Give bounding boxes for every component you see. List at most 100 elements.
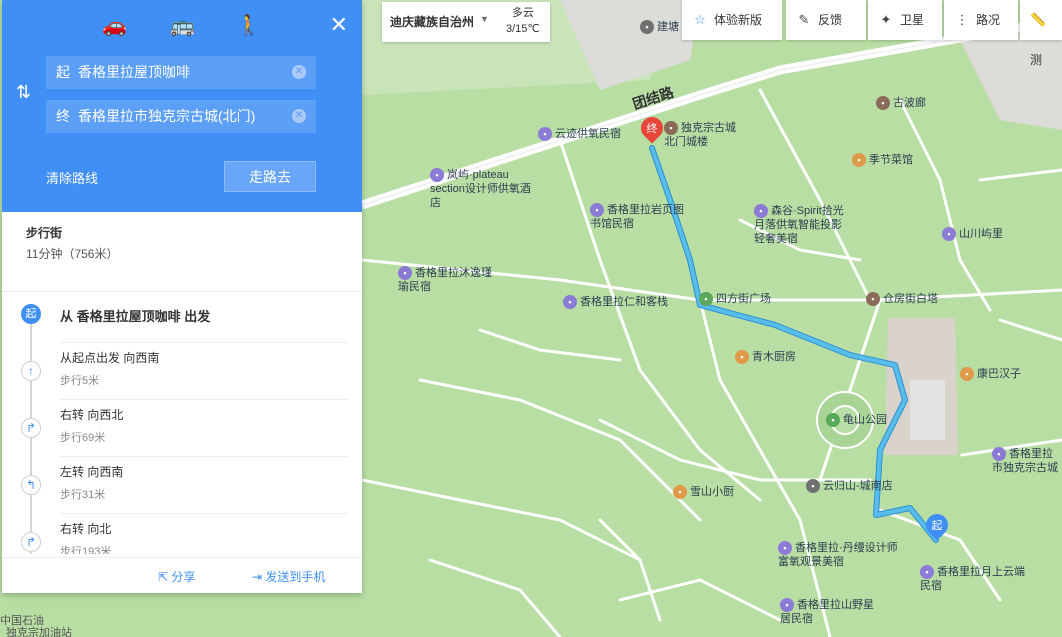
poi-lanyu-hotel[interactable]: ▪ 岚屿·plateau section设计师供氧酒店: [430, 168, 538, 210]
poi-dukezong-north-gate[interactable]: ▪ 独克宗古城北门城楼: [664, 121, 744, 149]
poi-yanye-library[interactable]: ▪ 香格里拉岩页图书馆民宿: [590, 203, 686, 231]
share-icon: ⇱: [158, 570, 172, 584]
hotel-icon: ▪: [942, 227, 956, 242]
poi-xueshan-kitchen[interactable]: ▪ 雪山小厨: [673, 485, 734, 500]
start-marker[interactable]: 起: [921, 509, 953, 544]
turn-right-icon: ↱: [21, 532, 41, 552]
restaurant-icon: ▪: [960, 367, 974, 382]
step-title: 从起点出发 向西南: [60, 351, 160, 365]
step-distance: 步行31米: [60, 489, 106, 501]
end-marker[interactable]: 终: [636, 112, 668, 147]
clear-end-icon[interactable]: ✕: [292, 109, 306, 123]
feedback-button[interactable]: ✎ 反馈: [786, 0, 866, 40]
hotel-icon: ▪: [992, 447, 1006, 462]
turn-left-icon: ↰: [21, 475, 41, 495]
restaurant-icon: ▪: [852, 153, 866, 168]
step-title: 从 香格里拉屋顶咖啡 出发: [60, 309, 211, 324]
hotel-icon: ▪: [590, 203, 604, 218]
route-summary[interactable]: 步行街 11分钟（756米）: [2, 212, 362, 292]
poi-kangba[interactable]: ▪ 康巴汉子: [960, 367, 1021, 382]
step-distance: 步行69米: [60, 432, 106, 444]
poi-renhe[interactable]: ▪ 香格里拉仁和客栈: [563, 295, 668, 310]
poi-shanchuan[interactable]: ▪ 山川屿里: [942, 227, 1003, 242]
bus-icon[interactable]: 🚌: [170, 14, 195, 38]
hotel-icon: ▪: [780, 598, 794, 613]
poi-muyi[interactable]: ▪ 香格里拉沐逸瑾瑜民宿: [398, 266, 494, 294]
poi-qingmu[interactable]: ▪ 青木厨房: [735, 350, 796, 365]
phone-icon: ⇥: [252, 570, 266, 584]
traffic-button[interactable]: ⋮ 路况: [944, 0, 1018, 40]
step-title: 右转 向西北: [60, 408, 124, 422]
end-field[interactable]: 终香格里拉市独克宗古城(北门) ✕: [46, 100, 316, 133]
shop-icon: ▪: [640, 20, 654, 35]
walk-icon[interactable]: 🚶: [236, 14, 261, 38]
city-name: 迪庆藏族自治州: [390, 15, 475, 29]
route-panel: 🚗 🚌 🚶 ✕ ⇅ 起香格里拉屋顶咖啡 ✕ 终香格里拉市独克宗古城(北门) ✕ …: [2, 0, 362, 593]
poi-yunji[interactable]: ▪ 云迹供氧民宿: [538, 127, 621, 142]
poi-guishan-park[interactable]: ▪ 龟山公园: [826, 413, 887, 428]
poi-jijie-restaurant[interactable]: ▪ 季节菜馆: [852, 153, 913, 168]
clear-start-icon[interactable]: ✕: [292, 65, 306, 79]
satellite-button[interactable]: ✦ 卫星: [868, 0, 942, 40]
park-icon: ▪: [826, 413, 840, 428]
try-new-version-button[interactable]: ☆ 体验新版: [682, 0, 782, 40]
park-icon: ▪: [699, 292, 713, 307]
shop-icon: ▪: [806, 479, 820, 494]
step-distance: 步行193米: [60, 546, 112, 554]
weather-widget: 多云 3/15℃: [506, 7, 540, 35]
go-walk-button[interactable]: 走路去: [224, 161, 316, 192]
measure-button[interactable]: 📏测: [1020, 0, 1062, 67]
satellite-icon: ✦: [880, 12, 892, 27]
step-divider: [60, 342, 348, 343]
hotel-icon: ▪: [754, 204, 768, 219]
poi-yunguishan[interactable]: ▪ 云归山-城南店: [806, 479, 893, 494]
restaurant-icon: ▪: [673, 485, 687, 500]
start-marker-icon: 起: [21, 304, 41, 324]
arrow-up-icon: ↑: [21, 361, 41, 381]
hotel-icon: ▪: [778, 541, 792, 556]
hotel-icon: ▪: [538, 127, 552, 142]
swap-icon[interactable]: ⇅: [16, 82, 31, 103]
poi-cangfangjie[interactable]: ▪ 仓房街白塔: [866, 292, 938, 307]
city-selector[interactable]: 迪庆藏族自治州 ▼ 多云 3/15℃: [382, 2, 550, 42]
poi-gubolang[interactable]: ▪ 古波廊: [876, 96, 926, 111]
share-button[interactable]: ⇱ 分享: [158, 568, 195, 585]
hotel-icon: ▪: [430, 168, 444, 183]
poi-fragment-gas-station: 独克宗加油站: [6, 627, 72, 637]
poi-yueshang-yunduan[interactable]: ▪ 香格里拉月上云端民宿: [920, 565, 1030, 593]
route-summary-title: 步行街: [26, 226, 63, 240]
step-divider: [60, 456, 348, 457]
landmark-icon: ▪: [664, 121, 678, 136]
poi-jiantang[interactable]: ▪ 建塘: [640, 20, 679, 35]
hotel-icon: ▪: [563, 295, 577, 310]
poi-danman[interactable]: ▪ 香格里拉·丹缦设计师富氧观景美宿: [778, 541, 902, 569]
route-steps[interactable]: 起 从 香格里拉屋顶咖啡 出发 ↑ 从起点出发 向西南 步行5米 ↱ 右转 向西…: [2, 292, 362, 554]
car-icon[interactable]: 🚗: [102, 14, 127, 38]
poi-shanye-xingju[interactable]: ▪ 香格里拉山野星居民宿: [780, 598, 876, 626]
step-distance: 步行5米: [60, 375, 100, 387]
traffic-light-icon: ⋮: [955, 12, 969, 27]
step-title: 左转 向西南: [60, 465, 124, 479]
clear-route-link[interactable]: 清除路线: [46, 168, 98, 187]
step-divider: [60, 513, 348, 514]
landmark-icon: ▪: [866, 292, 880, 307]
close-icon[interactable]: ✕: [330, 12, 348, 38]
poi-sengu-spirit[interactable]: ▪ 森谷·Spirit拾光月落供氧智能投影轻奢美宿: [754, 204, 850, 246]
hotel-icon: ▪: [920, 565, 934, 580]
chevron-down-icon: ▼: [480, 14, 489, 24]
star-icon: ☆: [694, 12, 706, 27]
hotel-icon: ▪: [398, 266, 412, 281]
landmark-icon: ▪: [876, 96, 890, 111]
poi-sifangjie[interactable]: ▪ 四方街广场: [699, 292, 771, 307]
send-to-phone-button[interactable]: ⇥ 发送到手机: [252, 568, 325, 585]
start-field[interactable]: 起香格里拉屋顶咖啡 ✕: [46, 56, 316, 89]
restaurant-icon: ▪: [735, 350, 749, 365]
pencil-icon: ✎: [798, 12, 810, 27]
route-summary-meta: 11分钟（756米）: [26, 247, 119, 261]
turn-right-icon: ↱: [21, 418, 41, 438]
step-divider: [60, 399, 348, 400]
poi-dukezong-city[interactable]: ▪ 香格里拉市独克宗古城: [992, 447, 1062, 475]
route-panel-footer: ⇱ 分享 ⇥ 发送到手机: [2, 557, 362, 593]
ruler-icon: 📏: [1030, 12, 1047, 27]
step-title: 右转 向北: [60, 522, 112, 536]
